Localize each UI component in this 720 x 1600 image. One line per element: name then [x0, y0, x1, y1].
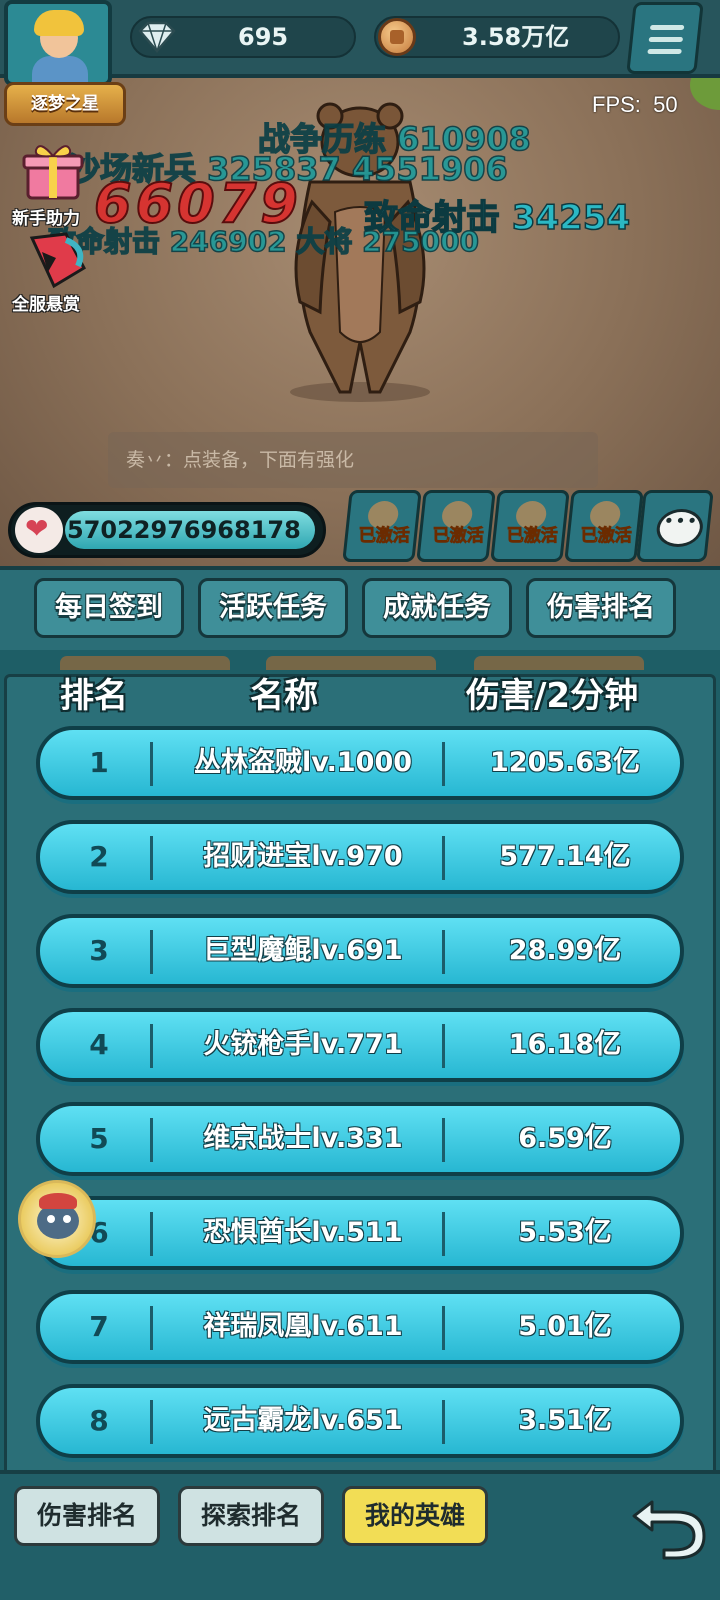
tab-daily-signin[interactable]: 每日签到 [34, 578, 184, 638]
buff-slot-2[interactable]: 已激活 [416, 490, 496, 562]
nav-damage-ranking[interactable]: 伤害排名 [14, 1486, 160, 1546]
row-rank: 1 [89, 746, 109, 779]
tab-achievements[interactable]: 成就任务 [362, 578, 512, 638]
coin-counter: 3.58万亿 [374, 16, 620, 58]
buff-slot-3[interactable]: 已激活 [490, 490, 570, 562]
row-rank: 3 [89, 934, 109, 967]
row-name: 恐惧酋长lv.511 [203, 1217, 403, 1248]
buff-status: 已激活 [580, 526, 632, 547]
buff-slot-4[interactable]: 已激活 [564, 490, 644, 562]
row-damage: 5.01亿 [518, 1311, 612, 1342]
server-bounty-label[interactable]: 全服悬赏 [12, 290, 80, 315]
top-bar: 695 3.58万亿 [0, 0, 720, 86]
ranking-row[interactable]: 1 丛林盗贼lv.1000 1205.63亿 [36, 726, 684, 800]
coin-value: 3.58万亿 [462, 23, 570, 51]
ranking-row[interactable]: 4 火铳枪手lv.771 16.18亿 [36, 1008, 684, 1082]
tab-damage-ranking[interactable]: 伤害排名 [526, 578, 676, 638]
row-rank: 4 [89, 1028, 109, 1061]
heart-icon [15, 507, 63, 553]
diamond-counter: 695 [130, 16, 356, 58]
coin-icon [378, 18, 416, 56]
fps-counter: FPS: 50 [592, 92, 678, 118]
nav-explore-ranking[interactable]: 探索排名 [178, 1486, 324, 1546]
fps-value: 50 [653, 92, 678, 117]
damage-popup: 致命射击 246902 大将 275000 [47, 224, 480, 259]
buff-status: 已激活 [358, 526, 410, 547]
row-name: 招财进宝lv.970 [203, 841, 403, 872]
task-tabs: 每日签到 活跃任务 成就任务 伤害排名 [0, 566, 720, 650]
back-arrow-icon[interactable] [630, 1484, 710, 1560]
ranking-row[interactable]: 6 恐惧酋长lv.511 5.53亿 [36, 1196, 684, 1270]
ranking-row[interactable]: 5 维京战士lv.331 6.59亿 [36, 1102, 684, 1176]
ranking-row[interactable]: 2 招财进宝lv.970 577.14亿 [36, 820, 684, 894]
row-name: 丛林盗贼lv.1000 [193, 747, 413, 778]
nav-my-heroes[interactable]: 我的英雄 [342, 1486, 488, 1546]
chat-tip: 奏丷：点装备，下面有强化 [108, 432, 598, 488]
row-name: 远古霸龙lv.651 [203, 1405, 403, 1436]
header-damage: 伤害/2分钟 [466, 676, 639, 716]
bounty-icon[interactable] [26, 228, 90, 290]
buff-status: 已激活 [432, 526, 484, 547]
diamond-value: 695 [238, 23, 289, 51]
tab-active-tasks[interactable]: 活跃任务 [198, 578, 348, 638]
title-badge[interactable]: 逐梦之星 [4, 82, 126, 126]
row-rank: 5 [89, 1122, 109, 1155]
fps-label: FPS: [592, 92, 641, 117]
row-name: 维京战士lv.331 [203, 1123, 403, 1154]
ranking-row[interactable]: 3 巨型魔鲲lv.691 28.99亿 [36, 914, 684, 988]
row-damage: 16.18亿 [508, 1029, 622, 1060]
row-damage: 1205.63亿 [490, 747, 640, 778]
hp-value: 57022976968178 [67, 516, 301, 544]
row-rank: 7 [89, 1310, 109, 1343]
chat-bubble-icon[interactable] [636, 490, 714, 562]
gift-icon[interactable] [22, 140, 84, 202]
header-name: 名称 [250, 676, 318, 716]
avatar[interactable] [4, 0, 112, 86]
row-damage: 28.99亿 [508, 935, 622, 966]
hamburger-icon[interactable] [626, 2, 704, 74]
pet-assistant-icon[interactable] [18, 1180, 96, 1258]
row-rank: 2 [89, 840, 109, 873]
row-damage: 577.14亿 [499, 841, 631, 872]
ranking-row[interactable]: 7 祥瑞凤凰lv.611 5.01亿 [36, 1290, 684, 1364]
row-name: 巨型魔鲲lv.691 [203, 935, 403, 966]
row-name: 祥瑞凤凰lv.611 [203, 1311, 403, 1342]
buff-slot-1[interactable]: 已激活 [342, 490, 422, 562]
row-name: 火铳枪手lv.771 [203, 1029, 403, 1060]
header-rank: 排名 [60, 676, 128, 716]
row-damage: 5.53亿 [518, 1217, 612, 1248]
buff-status: 已激活 [506, 526, 558, 547]
row-damage: 3.51亿 [518, 1405, 612, 1436]
row-rank: 8 [89, 1404, 109, 1437]
bottom-nav: 伤害排名 探索排名 我的英雄 [0, 1470, 720, 1600]
hp-bar: 57022976968178 [8, 502, 326, 558]
ranking-row[interactable]: 8 远古霸龙lv.651 3.51亿 [36, 1384, 684, 1458]
diamond-icon [138, 21, 176, 53]
newbie-help-label[interactable]: 新手助力 [12, 204, 80, 229]
row-damage: 6.59亿 [518, 1123, 612, 1154]
